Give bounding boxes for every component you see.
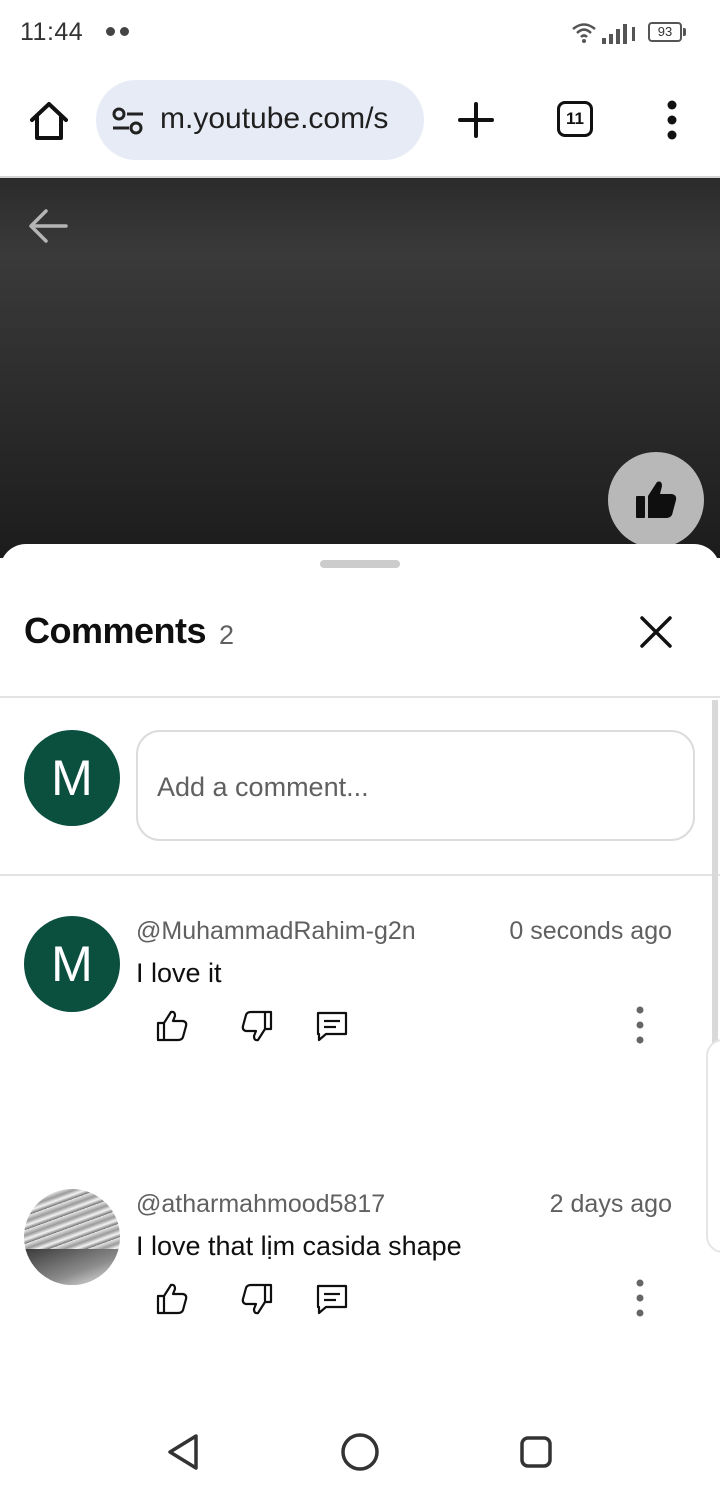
- thumbs-down-icon[interactable]: [239, 1008, 275, 1044]
- comment-item: @MuhammadRahim-g2n 0 seconds ago I love …: [0, 917, 720, 1097]
- status-icons: 93: [572, 18, 702, 48]
- status-bar: 11:44 93: [0, 0, 720, 64]
- comment-time: 0 seconds ago: [509, 917, 672, 945]
- nav-back-icon[interactable]: [162, 1430, 206, 1474]
- header-divider: [0, 696, 720, 698]
- url-text[interactable]: m.youtube.com/s: [160, 102, 388, 136]
- comment-author[interactable]: @atharmahmood5817: [136, 1190, 385, 1219]
- url-bar[interactable]: m.youtube.com/s: [96, 80, 424, 160]
- comments-count: 2: [219, 620, 235, 650]
- site-settings-icon[interactable]: [112, 106, 144, 136]
- battery-level: 93: [657, 24, 673, 39]
- close-icon[interactable]: [636, 612, 676, 652]
- battery-tip: [683, 28, 686, 36]
- comment-item: @atharmahmood5817 2 days ago I love that…: [0, 1190, 720, 1370]
- reply-icon[interactable]: [314, 1008, 350, 1044]
- browser-toolbar: m.youtube.com/s 11: [0, 64, 720, 177]
- system-nav-bar: [0, 1400, 720, 1500]
- comment-text: I love it: [136, 958, 222, 988]
- wifi-icon: [572, 23, 596, 43]
- video-player[interactable]: [0, 178, 720, 558]
- signal-icon: [602, 24, 635, 44]
- more-vert-icon[interactable]: [654, 100, 690, 140]
- comment-author[interactable]: @MuhammadRahim-g2n: [136, 917, 416, 946]
- more-vert-icon[interactable]: [632, 1278, 648, 1318]
- comment-time: 2 days ago: [549, 1190, 672, 1218]
- reply-icon[interactable]: [314, 1281, 350, 1317]
- drag-handle[interactable]: [320, 560, 400, 568]
- nav-home-icon[interactable]: [338, 1430, 382, 1474]
- comment-input-placeholder[interactable]: Add a comment...: [157, 772, 369, 803]
- like-button[interactable]: [608, 452, 704, 548]
- battery-icon: 93: [648, 22, 682, 42]
- thumbs-down-icon[interactable]: [239, 1281, 275, 1317]
- tabs-button[interactable]: 11: [557, 101, 593, 137]
- new-tab-icon[interactable]: [456, 100, 496, 140]
- like-icon: [636, 481, 677, 518]
- comments-panel: Comments 2 M Add a comment... M @Muhamma…: [0, 544, 720, 1500]
- comments-title: Comments: [24, 610, 207, 651]
- thumbs-up-icon[interactable]: [154, 1281, 190, 1317]
- thumbs-up-icon[interactable]: [154, 1008, 190, 1044]
- status-time: 11:44: [20, 18, 84, 46]
- nav-recents-icon[interactable]: [514, 1430, 558, 1474]
- input-divider: [0, 874, 720, 876]
- notification-dots-icon: [106, 27, 132, 37]
- comment-text: I love that lịm casida shape: [136, 1231, 462, 1261]
- more-vert-icon[interactable]: [632, 1005, 648, 1045]
- comment-input[interactable]: Add a comment...: [136, 730, 695, 841]
- user-avatar: M: [24, 730, 120, 826]
- user-avatar-initial: M: [51, 750, 93, 806]
- tab-count-label: 11: [566, 109, 584, 128]
- home-icon[interactable]: [24, 96, 74, 146]
- side-panel-peek[interactable]: [706, 1039, 720, 1253]
- back-arrow-icon[interactable]: [24, 204, 72, 248]
